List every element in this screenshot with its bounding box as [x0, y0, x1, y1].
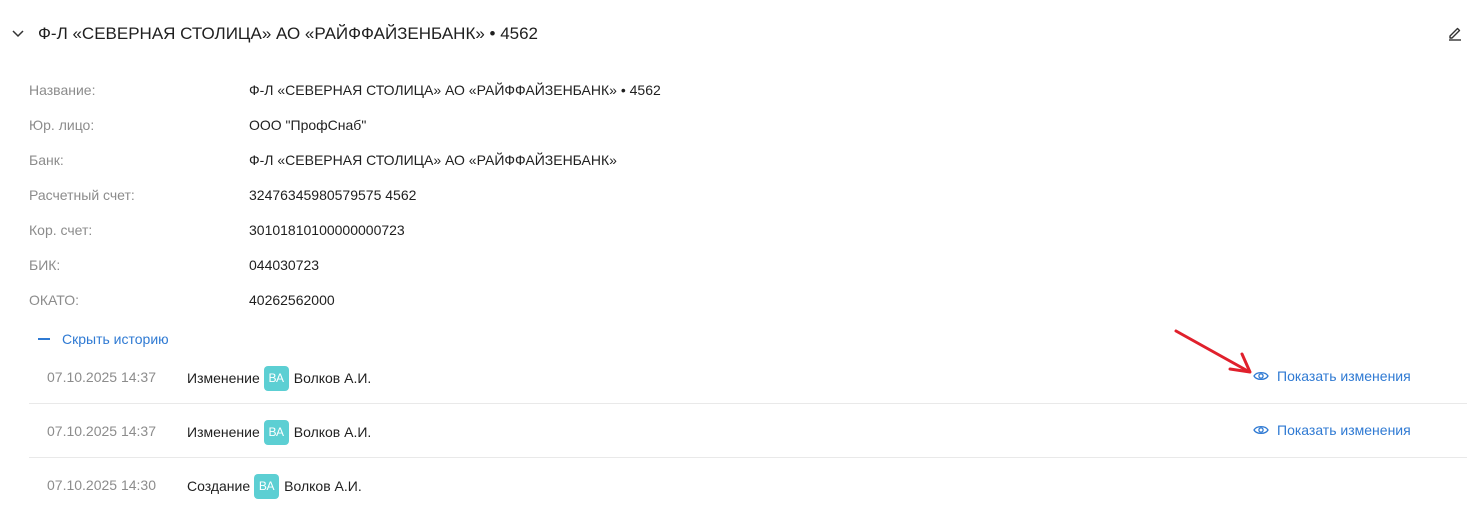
field-name: Название: Ф-Л «СЕВЕРНАЯ СТОЛИЦА» АО «РАЙ… — [0, 73, 1476, 108]
show-changes-label: Показать изменения — [1277, 422, 1411, 438]
field-value: 40262562000 — [249, 292, 335, 308]
hide-history-toggle[interactable]: Скрыть историю — [38, 329, 169, 349]
field-label: Расчетный счет: — [29, 187, 135, 203]
field-value: 30101810100000000723 — [249, 222, 405, 238]
history-author: Волков А.И. — [293, 370, 372, 386]
field-label: Юр. лицо: — [29, 117, 95, 133]
avatar: ВА — [254, 473, 280, 499]
field-value: Ф-Л «СЕВЕРНАЯ СТОЛИЦА» АО «РАЙФФАЙЗЕНБАН… — [249, 82, 661, 98]
field-corr-account: Кор. счет: 30101810100000000723 — [0, 213, 1476, 248]
field-bik: БИК: 044030723 — [0, 248, 1476, 283]
field-label: Банк: — [29, 152, 64, 168]
field-label: Кор. счет: — [29, 222, 93, 238]
hide-history-label: Скрыть историю — [62, 331, 169, 347]
collapse-button[interactable] — [8, 22, 28, 46]
field-bank: Банк: Ф-Л «СЕВЕРНАЯ СТОЛИЦА» АО «РАЙФФАЙ… — [0, 143, 1476, 178]
chevron-down-icon — [12, 25, 24, 43]
field-okato: ОКАТО: 40262562000 — [0, 283, 1476, 318]
avatar: ВА — [263, 419, 289, 445]
history-action: Создание — [187, 478, 251, 494]
avatar: ВА — [263, 365, 289, 391]
history-row: 07.10.2025 14:30 Создание ВА Волков А.И. — [29, 458, 1467, 507]
field-value: 044030723 — [249, 257, 320, 273]
page-title: Ф-Л «СЕВЕРНАЯ СТОЛИЦА» АО «РАЙФФАЙЗЕНБАН… — [38, 24, 539, 43]
field-label: Название: — [29, 82, 96, 98]
account-details: Название: Ф-Л «СЕВЕРНАЯ СТОЛИЦА» АО «РАЙ… — [0, 73, 1476, 318]
history-date: 07.10.2025 14:37 — [47, 369, 156, 385]
account-header: Ф-Л «СЕВЕРНАЯ СТОЛИЦА» АО «РАЙФФАЙЗЕНБАН… — [0, 18, 1476, 52]
field-value: Ф-Л «СЕВЕРНАЯ СТОЛИЦА» АО «РАЙФФАЙЗЕНБАН… — [249, 152, 617, 168]
show-changes-link[interactable]: Показать изменения — [1253, 422, 1411, 438]
field-legal-entity: Юр. лицо: ООО "ПрофСнаб" — [0, 108, 1476, 143]
history-date: 07.10.2025 14:30 — [47, 477, 156, 493]
history-entry: Изменение ВА Волков А.И. — [187, 419, 371, 445]
minus-icon — [38, 338, 50, 340]
field-label: БИК: — [29, 257, 61, 273]
annotation-arrow-icon — [1174, 329, 1252, 374]
history-author: Волков А.И. — [284, 478, 362, 494]
field-label: ОКАТО: — [29, 292, 79, 308]
show-changes-link[interactable]: Показать изменения — [1253, 368, 1411, 384]
history-entry: Изменение ВА Волков А.И. — [187, 365, 371, 391]
history-date: 07.10.2025 14:37 — [47, 423, 156, 439]
edit-button[interactable] — [1444, 24, 1466, 46]
eye-icon — [1253, 423, 1271, 437]
field-value: 32476345980579575 4562 — [249, 187, 417, 203]
history-row: 07.10.2025 14:37 Изменение ВА Волков А.И… — [29, 404, 1467, 458]
show-changes-label: Показать изменения — [1277, 368, 1411, 384]
field-value: ООО "ПрофСнаб" — [249, 117, 367, 133]
pencil-icon — [1447, 25, 1463, 46]
history-author: Волков А.И. — [293, 424, 372, 440]
history-action: Изменение — [187, 370, 260, 386]
history-entry: Создание ВА Волков А.И. — [187, 473, 362, 499]
field-account-number: Расчетный счет: 32476345980579575 4562 — [0, 178, 1476, 213]
history-action: Изменение — [187, 424, 260, 440]
